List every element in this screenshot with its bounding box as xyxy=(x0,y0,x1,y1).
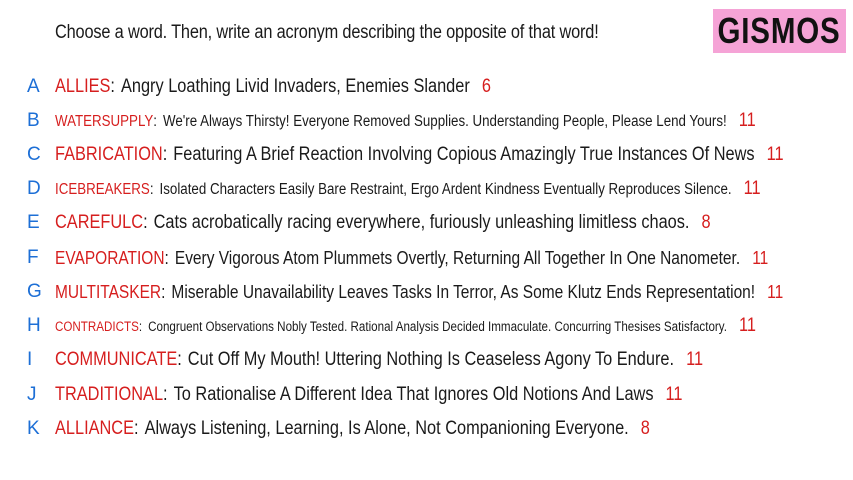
entry-acronym: Always Listening, Learning, Is Alone, No… xyxy=(144,418,629,439)
entry-line: EVAPORATION: Every Vigorous Atom Plummet… xyxy=(55,248,768,269)
entry-colon: : xyxy=(149,181,154,198)
list-item-e: E CAREFULC: Cats acrobatically racing ev… xyxy=(0,208,853,238)
entry-count: 11 xyxy=(752,247,769,268)
entry-letter: D xyxy=(27,178,41,199)
entry-word: CONTRADICTS xyxy=(55,319,139,334)
entry-line: FABRICATION: Featuring A Brief Reaction … xyxy=(55,144,784,166)
entry-count: 11 xyxy=(738,110,756,131)
entry-word: TRADITIONAL xyxy=(55,384,164,405)
entry-line: MULTITASKER: Miserable Unavailability Le… xyxy=(55,282,783,303)
entry-line: CONTRADICTS: Congruent Observations Nobl… xyxy=(55,315,756,337)
entry-colon: : xyxy=(164,247,169,268)
entry-word: WATERSUPPLY xyxy=(55,113,154,130)
entry-acronym: We're Always Thirsty! Everyone Removed S… xyxy=(162,113,727,130)
entry-acronym: Congruent Observations Nobly Tested. Rat… xyxy=(148,319,727,334)
entry-letter: H xyxy=(27,315,41,336)
entry-count: 11 xyxy=(686,349,704,370)
list-item-i: I COMMUNICATE: Cut Off My Mouth! Utterin… xyxy=(0,345,853,375)
entry-word: FABRICATION xyxy=(55,144,163,165)
list-item-j: J TRADITIONAL: To Rationalise A Differen… xyxy=(0,380,853,410)
entry-word: COMMUNICATE xyxy=(55,349,178,370)
entry-acronym: Featuring A Brief Reaction Involving Cop… xyxy=(173,144,755,165)
entry-line: ALLIANCE: Always Listening, Learning, Is… xyxy=(55,418,650,440)
entry-letter: F xyxy=(27,247,39,268)
entry-letter: J xyxy=(27,384,37,405)
entry-colon: : xyxy=(110,76,115,97)
entry-colon: : xyxy=(134,418,139,439)
list-item-d: D ICEBREAKERS: Isolated Characters Easil… xyxy=(0,174,853,204)
entry-colon: : xyxy=(153,113,157,130)
entry-word: CAREFULC xyxy=(55,212,144,233)
entry-colon: : xyxy=(161,281,166,302)
entry-count: 11 xyxy=(766,144,784,165)
entry-count: 8 xyxy=(701,212,711,233)
entry-count: 11 xyxy=(767,281,784,302)
entry-count: 11 xyxy=(665,384,683,405)
list-item-k: K ALLIANCE: Always Listening, Learning, … xyxy=(0,414,853,444)
entry-colon: : xyxy=(163,384,168,405)
entry-line: WATERSUPPLY: We're Always Thirsty! Every… xyxy=(55,110,756,132)
instruction-heading: Choose a word. Then, write an acronym de… xyxy=(55,22,599,43)
entry-line: TRADITIONAL: To Rationalise A Different … xyxy=(55,384,683,406)
entry-letter: A xyxy=(27,76,40,97)
entry-letter: K xyxy=(27,418,40,439)
logo-text: GISMOS xyxy=(717,10,842,51)
entry-letter: B xyxy=(27,110,40,131)
entry-line: ALLIES: Angry Loathing Livid Invaders, E… xyxy=(55,76,491,98)
entry-acronym: To Rationalise A Different Idea That Ign… xyxy=(173,384,654,405)
list-item-h: H CONTRADICTS: Congruent Observations No… xyxy=(0,311,853,341)
entry-colon: : xyxy=(138,319,143,334)
list-item-a: A ALLIES: Angry Loathing Livid Invaders,… xyxy=(0,72,853,102)
entry-count: 6 xyxy=(481,76,491,97)
entry-letter: C xyxy=(27,144,41,165)
entry-line: COMMUNICATE: Cut Off My Mouth! Uttering … xyxy=(55,349,703,371)
entry-colon: : xyxy=(177,349,182,370)
entry-colon: : xyxy=(162,144,168,165)
entry-acronym: Cut Off My Mouth! Uttering Nothing Is Ce… xyxy=(187,349,675,370)
entry-count: 8 xyxy=(640,418,650,439)
list-item-c: C FABRICATION: Featuring A Brief Reactio… xyxy=(0,140,853,170)
entry-line: CAREFULC: Cats acrobatically racing ever… xyxy=(55,212,711,234)
entry-line: ICEBREAKERS: Isolated Characters Easily … xyxy=(55,178,761,200)
entry-acronym: Every Vigorous Atom Plummets Overtly, Re… xyxy=(174,247,741,268)
entry-count: 11 xyxy=(743,178,761,199)
entry-letter: G xyxy=(27,281,42,302)
list-item-g: G MULTITASKER: Miserable Unavailability … xyxy=(0,277,853,307)
entry-acronym: Isolated Characters Easily Bare Restrain… xyxy=(159,181,732,198)
entry-word: MULTITASKER xyxy=(55,281,162,302)
entry-acronym: Miserable Unavailability Leaves Tasks In… xyxy=(171,281,756,302)
list-item-f: F EVAPORATION: Every Vigorous Atom Plumm… xyxy=(0,243,853,273)
gismos-logo: GISMOS xyxy=(713,9,846,53)
entry-letter: E xyxy=(27,212,40,233)
entry-acronym: Angry Loathing Livid Invaders, Enemies S… xyxy=(120,76,470,97)
entry-count: 11 xyxy=(738,315,756,336)
entry-letter: I xyxy=(27,349,33,370)
entry-acronym: Cats acrobatically racing everywhere, fu… xyxy=(153,212,690,233)
entry-word: ALLIES xyxy=(55,76,111,97)
list-item-b: B WATERSUPPLY: We're Always Thirsty! Eve… xyxy=(0,106,853,136)
entry-word: ICEBREAKERS xyxy=(55,181,150,198)
entry-word: ALLIANCE xyxy=(55,418,135,439)
entry-word: EVAPORATION xyxy=(55,247,165,268)
entry-colon: : xyxy=(143,212,148,233)
